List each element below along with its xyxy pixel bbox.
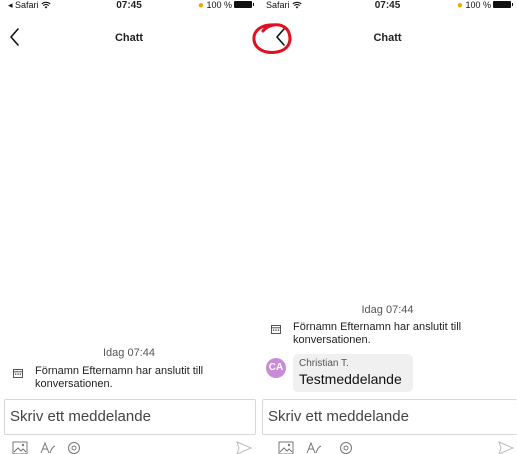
system-message-line1: Förnamn Efternamn har anslutit till — [35, 365, 204, 377]
message-input[interactable]: Skriv ett meddelande — [262, 399, 517, 435]
image-icon[interactable] — [278, 441, 294, 454]
message-input-placeholder: Skriv ett meddelande — [268, 408, 409, 425]
chat-screen-after: Safari 07:45 ● 100 % Chatt Idag 07:44 Fö… — [258, 0, 517, 454]
nav-bar: Chatt — [258, 24, 517, 54]
chat-screen-before: ◂ Safari 07:45 ● 100 % Chatt Idag 07:44 … — [0, 0, 258, 454]
page-title: Chatt — [114, 32, 144, 44]
send-icon[interactable] — [498, 441, 514, 454]
composer-toolbar — [258, 440, 517, 454]
annotation-circle — [252, 23, 292, 54]
text-format-icon[interactable] — [306, 441, 322, 454]
message-sender: Christian T. — [299, 358, 349, 369]
message-input[interactable]: Skriv ett meddelande — [4, 399, 256, 435]
status-bar: Safari 07:45 ● 100 % — [258, 0, 517, 14]
message-text: Testmeddelande — [299, 371, 402, 387]
system-message-line2: konversationen. — [35, 378, 113, 390]
battery-icon — [493, 1, 513, 8]
avatar[interactable]: CA — [266, 358, 286, 378]
nav-bar: Chatt — [0, 24, 258, 54]
day-timestamp: Idag 07:44 — [361, 304, 414, 316]
system-message-line1: Förnamn Efternamn har anslutit till — [293, 321, 462, 333]
battery-icon — [234, 1, 254, 8]
day-timestamp: Idag 07:44 — [103, 347, 155, 359]
status-bar: ◂ Safari 07:45 ● 100 % — [0, 0, 258, 14]
location-icon[interactable] — [338, 441, 354, 454]
calendar-icon — [13, 369, 23, 378]
battery-indicator: ● 100 % — [198, 0, 254, 11]
text-format-icon[interactable] — [40, 441, 56, 454]
message-bubble[interactable]: Christian T. Testmeddelande — [293, 354, 413, 392]
image-icon[interactable] — [12, 441, 28, 454]
composer-toolbar — [0, 440, 258, 454]
system-message-line2: konversationen. — [293, 334, 371, 346]
calendar-icon — [271, 325, 281, 334]
send-icon[interactable] — [236, 441, 252, 454]
battery-indicator: ● 100 % — [457, 0, 513, 11]
message-input-placeholder: Skriv ett meddelande — [10, 408, 151, 425]
page-title: Chatt — [373, 32, 402, 44]
location-icon[interactable] — [66, 441, 82, 454]
